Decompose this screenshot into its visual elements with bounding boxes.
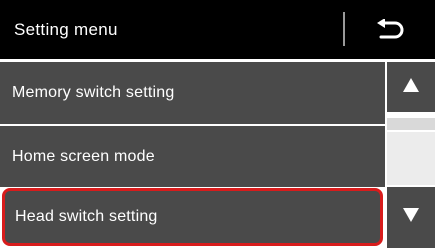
scroll-thumb[interactable] (387, 118, 435, 130)
menu-list: Memory switch setting Home screen mode H… (0, 62, 385, 248)
scroll-track[interactable] (387, 114, 435, 185)
scrollbar[interactable] (387, 62, 435, 248)
menu-item-label: Head switch setting (15, 208, 158, 225)
settings-screen: Setting menu Memory switch setting Home … (0, 0, 435, 248)
page-title: Setting menu (14, 20, 118, 39)
scroll-track-lower (387, 132, 435, 185)
back-button[interactable] (345, 0, 435, 59)
return-arrow-icon (375, 18, 405, 41)
menu-item-memory-switch-setting[interactable]: Memory switch setting (0, 62, 385, 124)
scroll-down-button[interactable] (387, 187, 435, 248)
menu-item-head-switch-setting[interactable]: Head switch setting (2, 188, 383, 246)
header-bar: Setting menu (0, 0, 435, 59)
triangle-down-icon (403, 208, 419, 227)
scroll-up-button[interactable] (387, 62, 435, 112)
menu-item-label: Memory switch setting (12, 84, 175, 101)
menu-item-label: Home screen mode (12, 147, 155, 165)
triangle-up-icon (403, 77, 419, 97)
menu-item-home-screen-mode[interactable]: Home screen mode (0, 126, 385, 187)
